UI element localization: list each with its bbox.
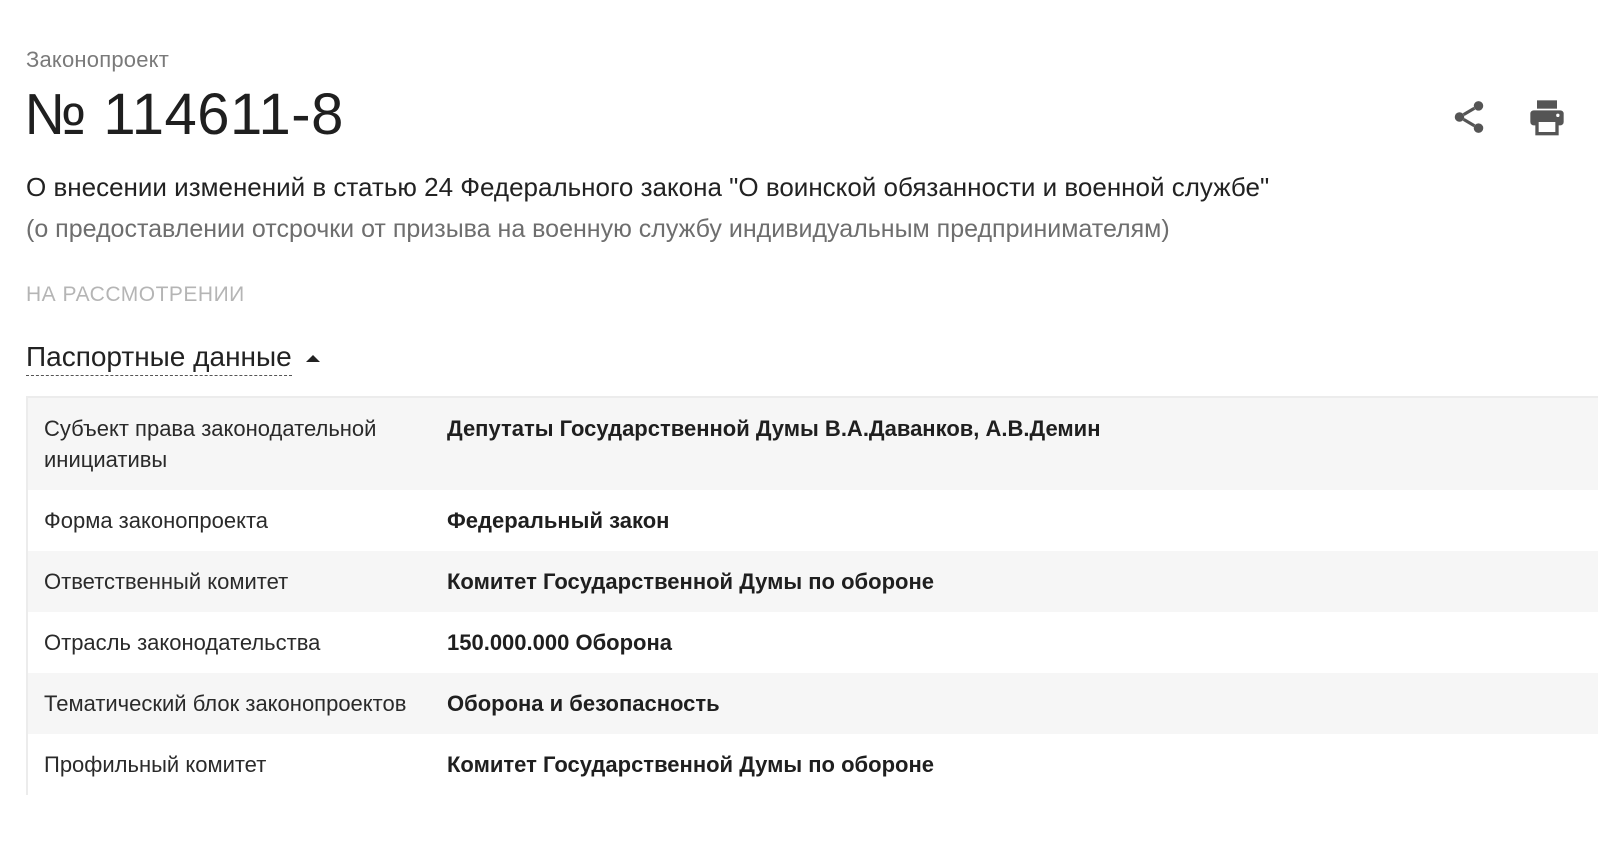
status-badge: НА РАССМОТРЕНИИ xyxy=(26,283,245,306)
table-row: Ответственный комитет Комитет Государств… xyxy=(28,551,1598,612)
passport-section-label: Паспортные данные xyxy=(26,340,292,376)
table-row: Тематический блок законопроектов Оборона… xyxy=(28,673,1598,734)
row-key: Тематический блок законопроектов xyxy=(44,691,407,716)
bill-number: № 114611-8 xyxy=(24,82,344,147)
row-value: 150.000.000 Оборона xyxy=(447,630,672,655)
print-button[interactable] xyxy=(1526,96,1568,138)
row-value: Комитет Государственной Думы по обороне xyxy=(447,569,934,594)
row-key: Ответственный комитет xyxy=(44,569,289,594)
table-row: Профильный комитет Комитет Государственн… xyxy=(28,734,1598,795)
caret-up-icon xyxy=(305,354,320,362)
row-key: Профильный комитет xyxy=(44,752,267,777)
passport-section-toggle[interactable]: Паспортные данные xyxy=(26,340,320,376)
action-bar xyxy=(1448,96,1568,138)
row-key: Форма законопроекта xyxy=(44,508,269,533)
row-value: Депутаты Государственной Думы В.А.Даванк… xyxy=(447,416,1101,441)
bill-type-label: Законопроект xyxy=(26,47,169,72)
table-row: Форма законопроекта Федеральный закон xyxy=(28,490,1598,551)
bill-page: Законопроект № 114611-8 О внесении измен… xyxy=(0,0,1598,863)
bill-title: О внесении изменений в статью 24 Федерал… xyxy=(26,172,1270,202)
share-button[interactable] xyxy=(1448,96,1490,138)
bill-subtitle: (о предоставлении отсрочки от призыва на… xyxy=(26,215,1170,243)
row-value: Федеральный закон xyxy=(447,508,670,533)
row-value: Комитет Государственной Думы по обороне xyxy=(447,752,934,777)
print-icon xyxy=(1530,100,1564,136)
row-key: Отрасль законодательства xyxy=(44,630,321,655)
row-value: Оборона и безопасность xyxy=(447,691,720,716)
passport-table: Субъект права законодательной инициативы… xyxy=(26,396,1598,795)
table-row: Отрасль законодательства 150.000.000 Обо… xyxy=(28,612,1598,673)
row-key: Субъект права законодательной инициативы xyxy=(44,416,377,472)
share-icon xyxy=(1454,101,1484,133)
table-row: Субъект права законодательной инициативы… xyxy=(28,398,1598,490)
